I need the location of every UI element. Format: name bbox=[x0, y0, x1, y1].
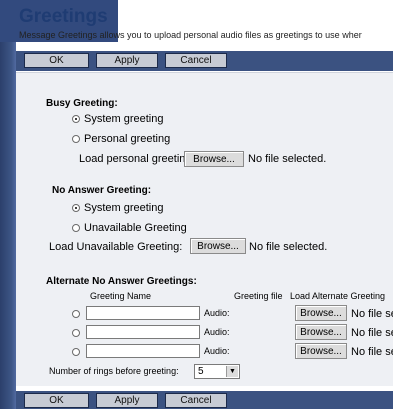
greeting-name-input[interactable] bbox=[86, 325, 200, 339]
rings-value: 5 bbox=[198, 366, 204, 377]
alternate-row-radio[interactable] bbox=[72, 348, 80, 356]
busy-personal-label: Personal greeting bbox=[84, 133, 171, 145]
no-answer-browse-button[interactable]: Browse... bbox=[190, 238, 246, 254]
alternate-browse-button[interactable]: Browse... bbox=[295, 324, 347, 340]
greeting-name-input[interactable] bbox=[86, 306, 200, 320]
no-answer-system-label: System greeting bbox=[84, 202, 164, 214]
alternate-row-radio[interactable] bbox=[72, 329, 80, 337]
ok-button[interactable]: OK bbox=[24, 393, 89, 408]
busy-file-status: No file selected. bbox=[248, 153, 327, 165]
apply-button[interactable]: Apply bbox=[96, 393, 158, 408]
busy-greeting-heading: Busy Greeting: bbox=[46, 98, 118, 109]
no-answer-heading: No Answer Greeting: bbox=[52, 185, 152, 196]
busy-system-label: System greeting bbox=[84, 113, 164, 125]
page-title: Greetings bbox=[19, 6, 108, 27]
greetings-page: Greetings Message Greetings allows you t… bbox=[0, 0, 393, 409]
page-description: Message Greetings allows you to upload p… bbox=[19, 30, 362, 40]
alternate-heading: Alternate No Answer Greetings: bbox=[46, 276, 197, 287]
apply-button[interactable]: Apply bbox=[96, 53, 158, 68]
cancel-button[interactable]: Cancel bbox=[165, 53, 227, 68]
alternate-file-status: No file se bbox=[351, 327, 393, 339]
alternate-file-status: No file se bbox=[351, 346, 393, 358]
greeting-name-input[interactable] bbox=[86, 344, 200, 358]
rings-select[interactable]: 5 ▼ bbox=[194, 364, 240, 379]
rings-label: Number of rings before greeting: bbox=[49, 366, 179, 376]
no-answer-unavailable-label: Unavailable Greeting bbox=[84, 222, 187, 234]
top-toolbar: OK Apply Cancel bbox=[16, 51, 393, 71]
no-answer-unavailable-radio[interactable] bbox=[72, 224, 80, 232]
bottom-toolbar: OK Apply Cancel bbox=[16, 391, 393, 409]
alternate-browse-button[interactable]: Browse... bbox=[295, 343, 347, 359]
chevron-down-icon: ▼ bbox=[226, 366, 238, 377]
busy-load-label: Load personal greeting: bbox=[79, 153, 195, 165]
busy-browse-button[interactable]: Browse... bbox=[184, 151, 244, 167]
alternate-row-radio[interactable] bbox=[72, 310, 80, 318]
col-load-alternate: Load Alternate Greeting bbox=[290, 291, 386, 301]
greetings-panel: Busy Greeting: System greeting Personal … bbox=[16, 72, 393, 386]
ok-button[interactable]: OK bbox=[24, 53, 89, 68]
busy-personal-radio[interactable] bbox=[72, 135, 80, 143]
col-greeting-file: Greeting file bbox=[234, 291, 283, 301]
alternate-file-status: No file se bbox=[351, 308, 393, 320]
no-answer-system-radio[interactable] bbox=[72, 204, 80, 212]
audio-label: Audio: bbox=[204, 327, 230, 337]
alternate-browse-button[interactable]: Browse... bbox=[295, 305, 347, 321]
audio-label: Audio: bbox=[204, 346, 230, 356]
col-greeting-name: Greeting Name bbox=[90, 291, 152, 301]
cancel-button[interactable]: Cancel bbox=[165, 393, 227, 408]
no-answer-file-status: No file selected. bbox=[249, 241, 328, 253]
audio-label: Audio: bbox=[204, 308, 230, 318]
busy-system-radio[interactable] bbox=[72, 115, 80, 123]
no-answer-load-label: Load Unavailable Greeting: bbox=[49, 241, 183, 253]
